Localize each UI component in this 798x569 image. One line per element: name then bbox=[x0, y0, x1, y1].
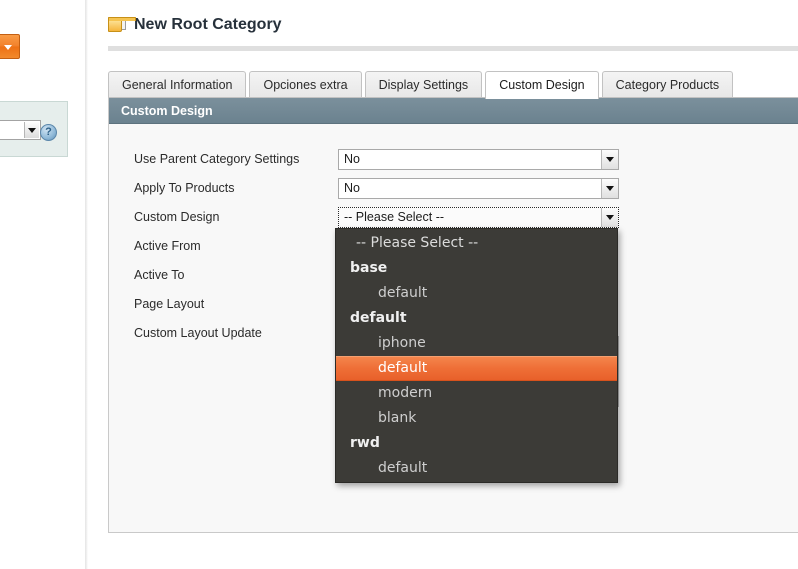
dropdown-option[interactable]: modern bbox=[336, 381, 617, 406]
tab-bar: General InformationOpciones extraDisplay… bbox=[108, 71, 736, 98]
tab-general-information[interactable]: General Information bbox=[108, 71, 246, 98]
screen-root: ? and All | 0) gory (7) ry (1) New Root … bbox=[0, 0, 798, 569]
field-row: Custom Design -- Please Select -- bbox=[109, 207, 798, 229]
panel-heading: Custom Design bbox=[109, 98, 798, 124]
field-row: Use Parent Category Settings No bbox=[109, 149, 798, 171]
field-label: Custom Design bbox=[134, 210, 219, 224]
chevron-down-icon bbox=[24, 122, 39, 138]
left-sidebar: ? and All | 0) gory (7) ry (1) bbox=[0, 0, 86, 569]
dropdown-option[interactable]: -- Please Select -- bbox=[336, 231, 617, 256]
dropdown-option[interactable]: iphone bbox=[336, 331, 617, 356]
select-value: No bbox=[344, 152, 360, 166]
select-value: No bbox=[344, 181, 360, 195]
chevron-down-icon bbox=[601, 208, 618, 227]
title-divider bbox=[108, 46, 798, 51]
select-custom-design[interactable]: -- Please Select -- bbox=[338, 207, 619, 228]
page-title-row: New Root Category bbox=[108, 16, 282, 34]
field-label: Page Layout bbox=[134, 297, 204, 311]
caret-down-icon bbox=[4, 45, 12, 50]
field-row: Apply To Products No bbox=[109, 178, 798, 200]
select-use-parent-category-settings[interactable]: No bbox=[338, 149, 619, 170]
tab-category-products[interactable]: Category Products bbox=[602, 71, 734, 98]
sidebar-store-select[interactable] bbox=[0, 120, 41, 140]
dropdown-group-label: base bbox=[336, 256, 617, 281]
chevron-down-icon bbox=[601, 150, 618, 169]
sidebar-filter-panel bbox=[0, 101, 68, 157]
select-apply-to-products[interactable]: No bbox=[338, 178, 619, 199]
tab-opciones-extra[interactable]: Opciones extra bbox=[249, 71, 361, 98]
dropdown-option[interactable]: blank bbox=[336, 406, 617, 431]
dropdown-option[interactable]: default bbox=[336, 356, 617, 381]
field-label: Active To bbox=[134, 268, 185, 282]
field-label: Active From bbox=[134, 239, 201, 253]
field-label: Apply To Products bbox=[134, 181, 235, 195]
chevron-down-icon bbox=[601, 179, 618, 198]
select-value: -- Please Select -- bbox=[344, 210, 444, 224]
sidebar-dropdown-button[interactable] bbox=[0, 34, 20, 59]
page-title: New Root Category bbox=[134, 16, 282, 34]
custom-design-dropdown-list[interactable]: -- Please Select --basedefaultdefaultiph… bbox=[335, 228, 618, 483]
help-question-icon[interactable]: ? bbox=[40, 124, 57, 141]
tab-display-settings[interactable]: Display Settings bbox=[365, 71, 483, 98]
field-label: Custom Layout Update bbox=[134, 326, 262, 340]
field-label: Use Parent Category Settings bbox=[134, 152, 299, 166]
dropdown-group-label: rwd bbox=[336, 431, 617, 456]
dropdown-option[interactable]: default bbox=[336, 281, 617, 306]
dropdown-option[interactable]: default bbox=[336, 456, 617, 481]
category-folder-icon bbox=[108, 17, 126, 33]
dropdown-group-label: default bbox=[336, 306, 617, 331]
tab-custom-design[interactable]: Custom Design bbox=[485, 71, 598, 99]
